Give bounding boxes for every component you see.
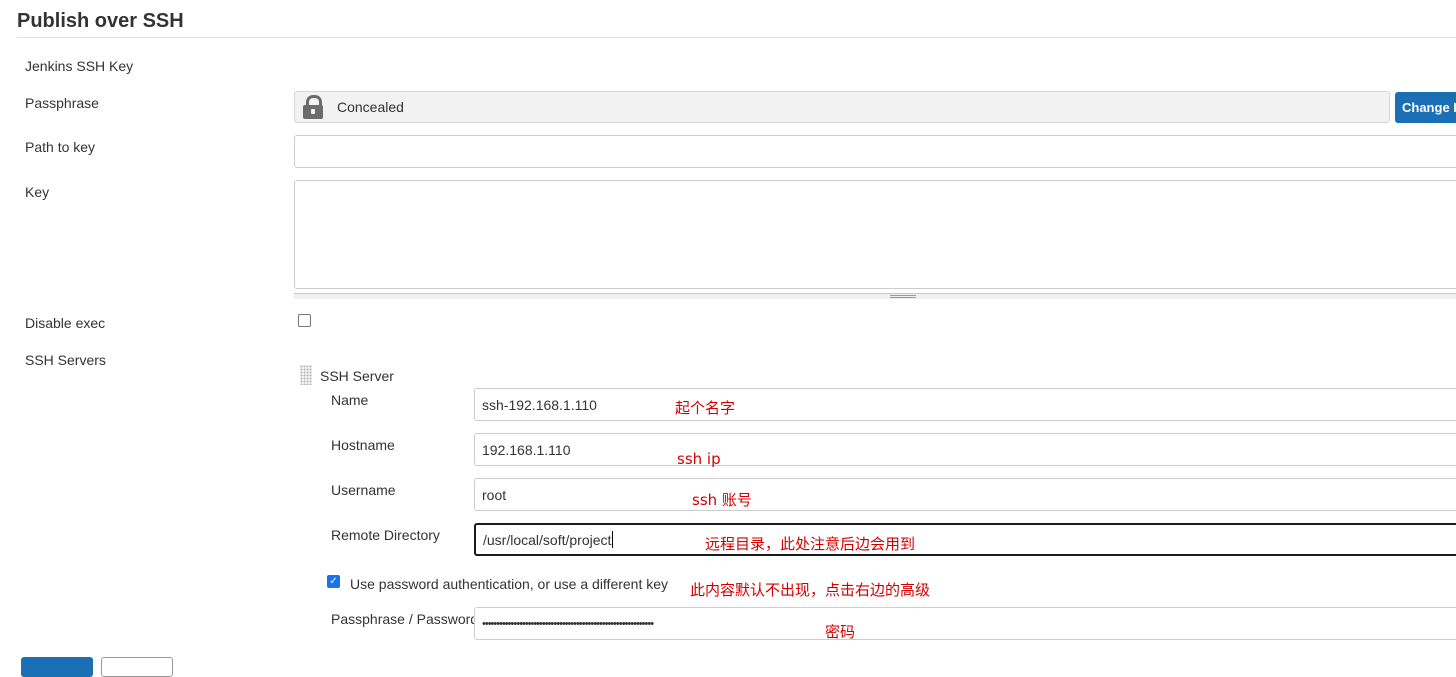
password-value: ••••••••••••••••••••••••••••••••••••••••… <box>482 617 654 630</box>
path-to-key-label: Path to key <box>25 139 96 155</box>
annotation-name: 起个名字 <box>675 399 736 417</box>
password-label: Passphrase / Password <box>331 611 479 627</box>
key-textarea[interactable] <box>294 180 1456 289</box>
concealed-text: Concealed <box>337 99 404 115</box>
title-divider <box>17 37 1456 38</box>
save-button[interactable] <box>21 657 93 677</box>
password-input[interactable]: ••••••••••••••••••••••••••••••••••••••••… <box>474 607 1456 640</box>
ssh-servers-label: SSH Servers <box>25 352 106 368</box>
username-value: root <box>482 486 507 503</box>
remote-directory-value: /usr/local/soft/project <box>483 531 612 548</box>
use-password-label[interactable]: Use password authentication, or use a di… <box>350 576 668 592</box>
annotation-hostname: ssh ip <box>677 450 721 468</box>
server-name-value: ssh-192.168.1.110 <box>482 396 597 413</box>
drag-handle-icon[interactable] <box>300 365 312 385</box>
resize-grip-icon[interactable] <box>890 295 916 298</box>
disable-exec-label: Disable exec <box>25 315 106 331</box>
ssh-server-heading: SSH Server <box>320 368 394 384</box>
text-caret <box>612 531 614 548</box>
username-input[interactable]: root <box>474 478 1456 511</box>
disable-exec-checkbox[interactable] <box>298 314 311 327</box>
annotation-password: 密码 <box>825 623 856 641</box>
annotation-remote-dir: 远程目录，此处注意后边会用到 <box>705 535 916 553</box>
textarea-resize-bar[interactable] <box>294 293 1456 299</box>
hostname-input[interactable]: 192.168.1.110 <box>474 433 1456 466</box>
username-label: Username <box>331 482 396 498</box>
page-title: Publish over SSH <box>17 10 184 32</box>
path-to-key-input[interactable] <box>294 135 1456 168</box>
server-name-input[interactable]: ssh-192.168.1.110 <box>474 388 1456 421</box>
hostname-label: Hostname <box>331 437 395 453</box>
use-password-checkbox[interactable]: ✓ <box>327 575 340 588</box>
apply-button[interactable] <box>101 657 173 677</box>
passphrase-label: Passphrase <box>25 95 99 111</box>
remote-directory-input[interactable]: /usr/local/soft/project <box>474 523 1456 556</box>
lock-icon <box>303 95 323 119</box>
server-name-label: Name <box>331 392 369 408</box>
passphrase-concealed-field: Concealed <box>294 91 1390 123</box>
key-label: Key <box>25 184 50 200</box>
remote-directory-label: Remote Directory <box>331 527 440 543</box>
annotation-use-password: 此内容默认不出现，点击右边的高级 <box>690 581 931 599</box>
annotation-username: ssh 账号 <box>692 491 752 509</box>
change-passphrase-button[interactable]: Change Passphrase <box>1395 92 1456 123</box>
jenkins-ssh-key-label: Jenkins SSH Key <box>25 58 134 74</box>
hostname-value: 192.168.1.110 <box>482 441 571 458</box>
